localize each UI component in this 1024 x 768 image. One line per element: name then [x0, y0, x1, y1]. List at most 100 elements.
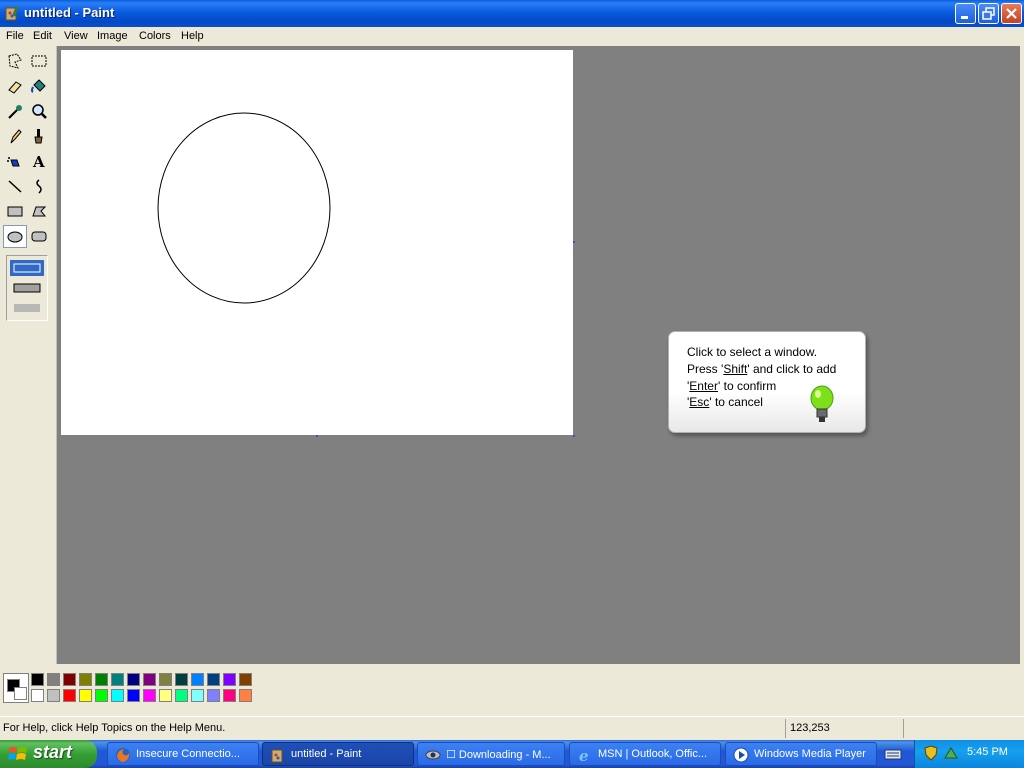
- system-tray: 5:45 PM: [914, 740, 1024, 768]
- menu-help[interactable]: Help: [181, 30, 204, 42]
- tool-eraser[interactable]: [3, 75, 27, 98]
- color-swatch[interactable]: [127, 673, 140, 686]
- pencil-icon: [10, 129, 22, 144]
- start-button[interactable]: start: [0, 740, 97, 768]
- toolbox: A: [0, 46, 57, 664]
- internet-explorer-icon: e: [579, 747, 589, 763]
- color-swatch[interactable]: [31, 673, 44, 686]
- color-swatch[interactable]: [223, 689, 236, 702]
- task-download-manager[interactable]: ☐ Downloading - M...: [417, 742, 565, 766]
- task-msn-outlook[interactable]: e MSN | Outlook, Offic...: [569, 742, 721, 766]
- maximize-button[interactable]: [978, 3, 999, 24]
- color-swatch[interactable]: [127, 689, 140, 702]
- rectangle-icon: [7, 206, 23, 217]
- title-bar[interactable]: untitled - Paint: [0, 0, 1024, 27]
- drawing-canvas[interactable]: [61, 50, 573, 435]
- tool-pencil[interactable]: [3, 125, 27, 148]
- ellipse-icon: [7, 231, 23, 243]
- shift-key-label: Shift: [723, 362, 748, 376]
- security-shield-icon[interactable]: [923, 745, 939, 761]
- resize-handle-bottom[interactable]: [316, 435, 318, 437]
- color-swatch[interactable]: [95, 673, 108, 686]
- color-swatch[interactable]: [159, 673, 172, 686]
- tool-free-form-select[interactable]: [3, 50, 27, 73]
- menu-view[interactable]: View: [64, 30, 88, 42]
- color-swatch[interactable]: [111, 673, 124, 686]
- color-swatch[interactable]: [95, 689, 108, 702]
- task-label: MSN | Outlook, Offic...: [598, 748, 708, 760]
- eraser-icon: [8, 81, 22, 94]
- menu-file[interactable]: File: [6, 30, 24, 42]
- fill-style-outline-fill[interactable]: [10, 280, 44, 296]
- tool-fill-with-color[interactable]: [27, 75, 51, 98]
- minimize-button[interactable]: [955, 3, 976, 24]
- color-swatch[interactable]: [47, 689, 60, 702]
- color-swatch[interactable]: [31, 689, 44, 702]
- tool-rounded-rectangle[interactable]: [27, 225, 51, 248]
- rounded-rectangle-icon: [31, 231, 47, 242]
- firefox-icon: [116, 748, 130, 762]
- close-button[interactable]: [1001, 3, 1022, 24]
- color-swatch[interactable]: [143, 689, 156, 702]
- airbrush-icon: [7, 157, 20, 167]
- tool-select[interactable]: [27, 50, 51, 73]
- task-paint[interactable]: untitled - Paint: [262, 742, 414, 766]
- maximize-icon: [982, 7, 995, 20]
- tool-line[interactable]: [3, 175, 27, 198]
- task-firefox[interactable]: Insecure Connectio...: [107, 742, 259, 766]
- current-colors[interactable]: [3, 673, 29, 703]
- color-swatch[interactable]: [239, 673, 252, 686]
- color-swatch[interactable]: [207, 689, 220, 702]
- task-label: Insecure Connectio...: [136, 748, 240, 760]
- fill-style-outline[interactable]: [10, 260, 44, 276]
- balloon-line-2: Press 'Shift' and click to add: [687, 362, 836, 376]
- task-media-player[interactable]: Windows Media Player: [725, 742, 877, 766]
- tool-rectangle[interactable]: [3, 200, 27, 223]
- color-swatch[interactable]: [79, 689, 92, 702]
- menu-image[interactable]: Image: [97, 30, 128, 42]
- paint-bucket-icon: [31, 79, 46, 93]
- window-select-balloon: Click to select a window. Press 'Shift' …: [668, 331, 866, 433]
- status-size-pane: [903, 719, 1021, 738]
- tool-text[interactable]: A: [27, 150, 51, 173]
- windows-logo-icon: [8, 747, 27, 760]
- color-swatch[interactable]: [47, 673, 60, 686]
- color-swatch[interactable]: [191, 673, 204, 686]
- tool-curve[interactable]: [27, 175, 51, 198]
- color-swatch[interactable]: [191, 689, 204, 702]
- menu-edit[interactable]: Edit: [33, 30, 52, 42]
- color-swatch[interactable]: [223, 673, 236, 686]
- color-swatch[interactable]: [207, 673, 220, 686]
- tool-polygon[interactable]: [27, 200, 51, 223]
- task-label: Windows Media Player: [754, 748, 866, 760]
- color-swatch[interactable]: [143, 673, 156, 686]
- color-swatch[interactable]: [63, 689, 76, 702]
- color-swatch[interactable]: [63, 673, 76, 686]
- balloon-text: Press ': [687, 362, 724, 376]
- fill-style-fill[interactable]: [10, 300, 44, 316]
- menu-colors[interactable]: Colors: [139, 30, 171, 42]
- tool-ellipse[interactable]: [3, 225, 27, 248]
- color-swatch[interactable]: [159, 689, 172, 702]
- tool-brush[interactable]: [27, 125, 51, 148]
- tool-airbrush[interactable]: [3, 150, 27, 173]
- fill-style-options: [6, 255, 48, 321]
- color-swatch[interactable]: [175, 673, 188, 686]
- cursor-coordinates: 123,253: [790, 722, 830, 734]
- paint-palette-icon: [271, 749, 283, 763]
- brush-icon: [34, 129, 43, 144]
- outline-style-icon: [13, 263, 41, 273]
- resize-handle-right[interactable]: [573, 241, 575, 243]
- color-swatch[interactable]: [111, 689, 124, 702]
- tool-magnifier[interactable]: [27, 100, 51, 123]
- color-swatch[interactable]: [239, 689, 252, 702]
- balloon-line-3: 'Enter' to confirm: [687, 379, 776, 393]
- free-form-select-icon: [8, 53, 22, 69]
- network-icon[interactable]: [943, 745, 959, 761]
- keyboard-language-icon[interactable]: [882, 744, 904, 764]
- resize-handle-corner[interactable]: [573, 435, 575, 437]
- color-swatch[interactable]: [79, 673, 92, 686]
- media-player-icon: [733, 747, 749, 763]
- tool-pick-color[interactable]: [3, 100, 27, 123]
- color-swatch[interactable]: [175, 689, 188, 702]
